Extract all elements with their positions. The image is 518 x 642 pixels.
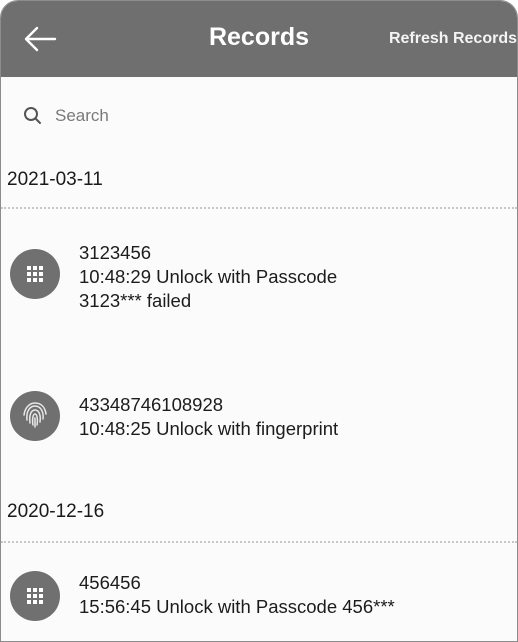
record-text: 456456 15:56:45 Unlock with Passcode 456… [79, 571, 395, 619]
record-id: 456456 [79, 572, 141, 593]
record-detail: 10:48:29 Unlock with Passcode [79, 266, 338, 287]
keypad-icon [10, 249, 60, 299]
top-bar: Records Refresh Records [1, 1, 517, 77]
search-bar[interactable] [23, 101, 493, 131]
refresh-records-button[interactable]: Refresh Records [389, 30, 517, 48]
record-detail-cont: 3123*** failed [79, 290, 192, 311]
date-header: 2021-03-11 [7, 169, 103, 190]
record-detail: 10:48:25 Unlock with fingerprint [79, 418, 339, 439]
record-id: 3123456 [79, 242, 152, 263]
search-icon [24, 107, 41, 124]
records-screen: Records Refresh Records 2021-03-11 31234… [0, 0, 518, 642]
divider [1, 207, 517, 209]
record-detail: 15:56:45 Unlock with Passcode 456*** [79, 596, 395, 617]
search-input[interactable] [55, 106, 455, 126]
divider [1, 541, 517, 543]
record-text: 43348746108928 10:48:25 Unlock with fing… [79, 393, 338, 441]
record-id: 43348746108928 [79, 394, 224, 415]
keypad-icon [10, 571, 60, 621]
date-header: 2020-12-16 [7, 501, 105, 522]
record-text: 3123456 10:48:29 Unlock with Passcode 31… [79, 241, 337, 313]
fingerprint-icon [10, 391, 60, 441]
